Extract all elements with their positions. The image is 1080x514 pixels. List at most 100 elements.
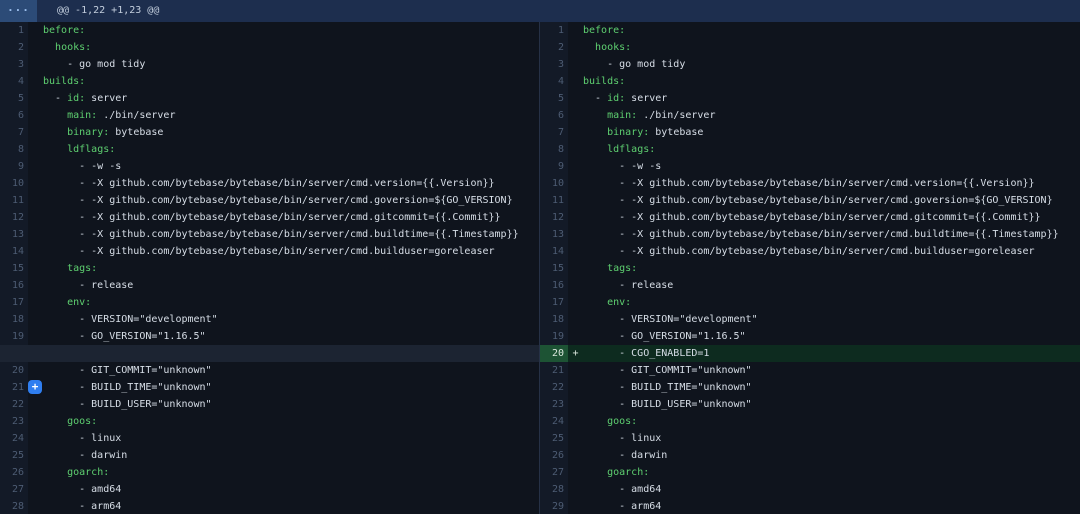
line-number: 17 xyxy=(0,294,28,311)
diff-line: 3 - go mod tidy xyxy=(0,56,539,73)
marker-cell xyxy=(568,413,583,430)
code-text: - -X github.com/bytebase/bytebase/bin/se… xyxy=(583,226,1080,243)
code-text: env: xyxy=(43,294,539,311)
line-number: 13 xyxy=(540,226,568,243)
code-text: - VERSION="development" xyxy=(583,311,1080,328)
code-text: - release xyxy=(43,277,539,294)
diff-line: 6 main: ./bin/server xyxy=(0,107,539,124)
diff-line: 12 - -X github.com/bytebase/bytebase/bin… xyxy=(540,209,1080,226)
line-number: 28 xyxy=(0,498,28,514)
marker-cell xyxy=(568,90,583,107)
marker-cell xyxy=(28,396,43,413)
line-number: 5 xyxy=(0,90,28,107)
code-text: builds: xyxy=(583,73,1080,90)
diff-line: 8 ldflags: xyxy=(0,141,539,158)
code-text: - -X github.com/bytebase/bytebase/bin/se… xyxy=(43,175,539,192)
code-text: - -X github.com/bytebase/bytebase/bin/se… xyxy=(583,175,1080,192)
code-text: - -X github.com/bytebase/bytebase/bin/se… xyxy=(583,192,1080,209)
marker-cell xyxy=(28,498,43,514)
diff-line: 10 - -X github.com/bytebase/bytebase/bin… xyxy=(0,175,539,192)
marker-cell xyxy=(568,481,583,498)
diff-line: 1before: xyxy=(0,22,539,39)
code-text: - BUILD_USER="unknown" xyxy=(583,396,1080,413)
diff-gap-row xyxy=(0,345,539,362)
diff-line: 18 - VERSION="development" xyxy=(540,311,1080,328)
marker-cell xyxy=(568,56,583,73)
diff-line: 13 - -X github.com/bytebase/bytebase/bin… xyxy=(0,226,539,243)
diff-line: 7 binary: bytebase xyxy=(540,124,1080,141)
line-number: 3 xyxy=(540,56,568,73)
line-number: 25 xyxy=(540,430,568,447)
add-comment-button[interactable]: + xyxy=(28,380,42,394)
line-number: 12 xyxy=(0,209,28,226)
marker-cell xyxy=(568,498,583,514)
added-sign: + xyxy=(568,345,583,362)
code-text: - amd64 xyxy=(583,481,1080,498)
marker-cell xyxy=(568,396,583,413)
diff-line: 21+ - BUILD_TIME="unknown" xyxy=(0,379,539,396)
line-number: 14 xyxy=(0,243,28,260)
diff-line: 3 - go mod tidy xyxy=(540,56,1080,73)
marker-cell xyxy=(28,277,43,294)
diff-line: 8 ldflags: xyxy=(540,141,1080,158)
marker-cell xyxy=(28,73,43,90)
line-number: 10 xyxy=(0,175,28,192)
diff-viewer: ··· @@ -1,22 +1,23 @@ 1before:2 hooks:3 … xyxy=(0,0,1080,514)
diff-line: 4builds: xyxy=(540,73,1080,90)
line-number: 27 xyxy=(540,464,568,481)
marker-cell xyxy=(568,141,583,158)
marker-cell xyxy=(28,175,43,192)
line-number: 26 xyxy=(540,447,568,464)
hunk-header: ··· @@ -1,22 +1,23 @@ xyxy=(0,0,1080,22)
code-text: goos: xyxy=(43,413,539,430)
diff-panes: 1before:2 hooks:3 - go mod tidy4builds:5… xyxy=(0,22,1080,514)
diff-line: 4builds: xyxy=(0,73,539,90)
code-text: builds: xyxy=(43,73,539,90)
code-text: binary: bytebase xyxy=(43,124,539,141)
marker-cell xyxy=(568,158,583,175)
line-number: 5 xyxy=(540,90,568,107)
marker-cell xyxy=(28,192,43,209)
marker-cell xyxy=(28,481,43,498)
line-number: 20 xyxy=(0,362,28,379)
marker-cell xyxy=(28,311,43,328)
diff-line: 22 - BUILD_TIME="unknown" xyxy=(540,379,1080,396)
code-text: - GO_VERSION="1.16.5" xyxy=(43,328,539,345)
diff-line: 23 - BUILD_USER="unknown" xyxy=(540,396,1080,413)
line-number: 7 xyxy=(540,124,568,141)
line-number: 21 xyxy=(540,362,568,379)
code-text: - arm64 xyxy=(43,498,539,514)
code-text: - darwin xyxy=(583,447,1080,464)
diff-line: 11 - -X github.com/bytebase/bytebase/bin… xyxy=(540,192,1080,209)
diff-line-added: 20+ - CGO_ENABLED=1 xyxy=(540,345,1080,362)
code-text: - go mod tidy xyxy=(583,56,1080,73)
code-text: ldflags: xyxy=(583,141,1080,158)
marker-cell xyxy=(568,464,583,481)
line-number: 29 xyxy=(540,498,568,514)
line-number: 22 xyxy=(0,396,28,413)
code-text: - id: server xyxy=(43,90,539,107)
code-text: goarch: xyxy=(583,464,1080,481)
marker-cell xyxy=(28,158,43,175)
line-number: 8 xyxy=(0,141,28,158)
diff-line: 21 - GIT_COMMIT="unknown" xyxy=(540,362,1080,379)
line-number: 23 xyxy=(0,413,28,430)
line-number: 6 xyxy=(0,107,28,124)
code-text: - BUILD_USER="unknown" xyxy=(43,396,539,413)
expand-hunk-button[interactable]: ··· xyxy=(0,0,37,22)
code-text: before: xyxy=(43,22,539,39)
line-number: 22 xyxy=(540,379,568,396)
marker-cell xyxy=(568,175,583,192)
code-text: - -X github.com/bytebase/bytebase/bin/se… xyxy=(583,243,1080,260)
marker-cell xyxy=(568,362,583,379)
diff-line: 16 - release xyxy=(540,277,1080,294)
line-number: 10 xyxy=(540,175,568,192)
diff-line: 9 - -w -s xyxy=(540,158,1080,175)
line-number: 21 xyxy=(0,379,28,396)
diff-pane-old: 1before:2 hooks:3 - go mod tidy4builds:5… xyxy=(0,22,540,514)
diff-line: 22 - BUILD_USER="unknown" xyxy=(0,396,539,413)
marker-cell xyxy=(28,447,43,464)
code-text: tags: xyxy=(583,260,1080,277)
marker-cell xyxy=(568,328,583,345)
marker-cell xyxy=(28,413,43,430)
